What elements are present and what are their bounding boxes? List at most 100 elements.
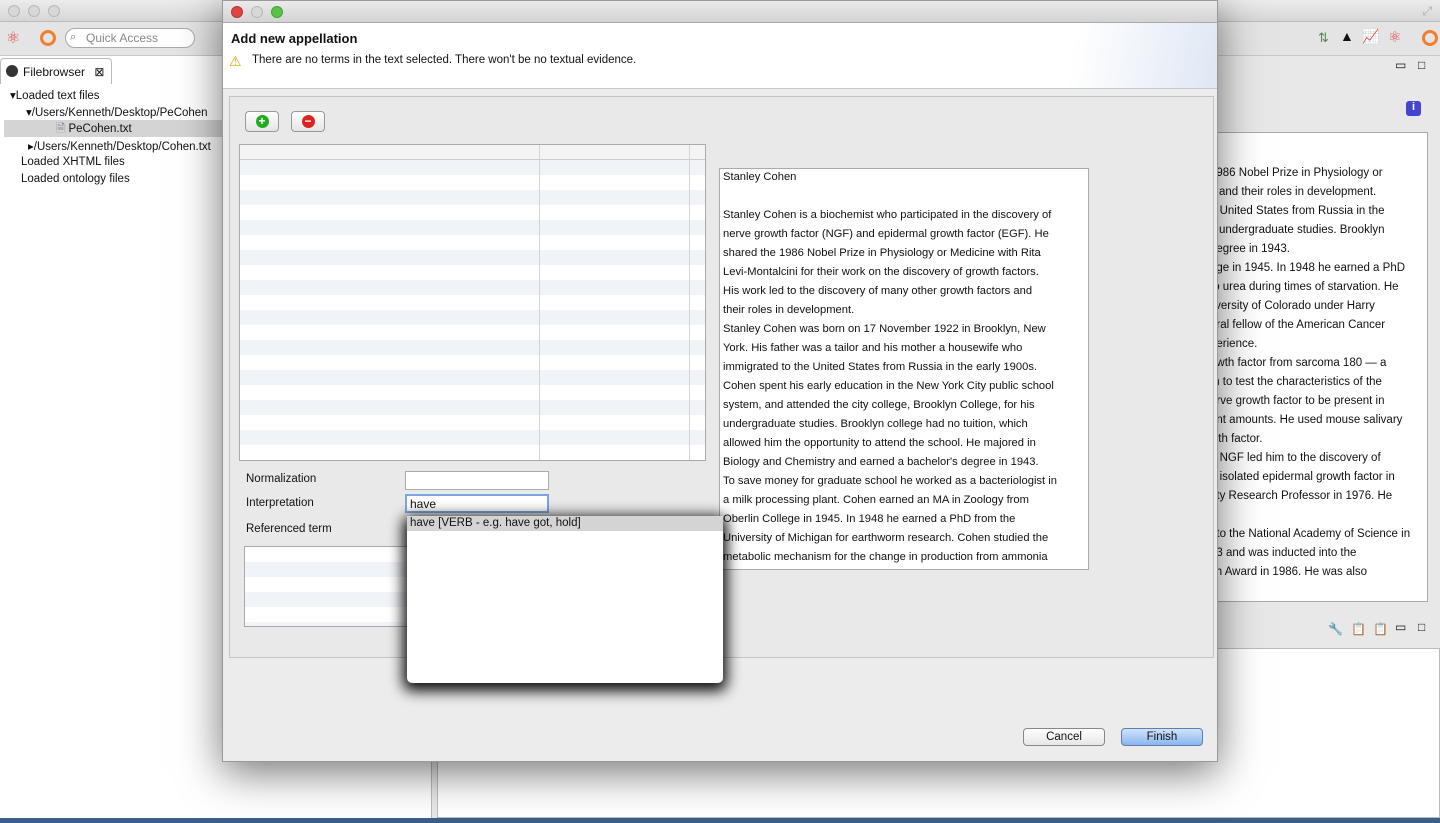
column-divider[interactable]: [539, 145, 540, 460]
maximize-icon[interactable]: □: [1418, 58, 1425, 72]
pyramid-icon[interactable]: ▲: [1340, 28, 1354, 44]
text-line: allowed him the opportunity to attend th…: [723, 437, 1036, 449]
text-line: system, and attended the city college, B…: [723, 399, 1035, 411]
text-line: their roles in development.: [723, 304, 855, 316]
clipboard-add-icon[interactable]: 📋: [1373, 622, 1388, 636]
text-line: ant amounts. He used mouse salivary: [1210, 414, 1403, 426]
perspective-icon[interactable]: [1422, 30, 1438, 46]
referenced-term-table[interactable]: [244, 546, 409, 627]
dialog-zoom-button[interactable]: [271, 6, 283, 18]
perspective-icon[interactable]: [40, 30, 56, 46]
referenced-term-label: Referenced term: [246, 523, 332, 535]
text-line: degree in 1943.: [1210, 243, 1290, 255]
interpretation-input[interactable]: have: [405, 494, 549, 513]
suggestion-item[interactable]: have [VERB - e.g. have got, hold]: [407, 516, 723, 531]
tree-item-cohen-txt[interactable]: ▸/Users/Kenneth/Desktop/Cohen.txt: [28, 139, 211, 153]
text-line: shared the 1986 Nobel Prize in Physiolog…: [723, 247, 1041, 259]
close-window-button[interactable]: [8, 5, 20, 17]
text-line: e United States from Russia in the: [1210, 205, 1385, 217]
document-text-area[interactable]: Stanley Cohen Stanley Cohen is a biochemi…: [719, 168, 1089, 570]
fullscreen-icon[interactable]: ⤢: [1422, 4, 1432, 19]
text-line: perience.: [1210, 338, 1258, 350]
tree-item-pecohen-folder[interactable]: ▾/Users/Kenneth/Desktop/PeCohen: [26, 105, 208, 119]
text-line: Biology and Chemistry and earned a bache…: [723, 456, 1039, 468]
text-line: [723, 188, 1088, 207]
close-tab-icon[interactable]: ⊠: [94, 65, 104, 79]
text-line: [1194, 509, 1427, 528]
text-line: wth factor.: [1210, 433, 1263, 445]
cancel-button[interactable]: Cancel: [1023, 728, 1105, 746]
text-line: iiversity of Colorado under Harry: [1210, 300, 1375, 312]
normalization-input[interactable]: [405, 471, 549, 490]
text-line: ege in 1945. In 1948 he earned a PhD: [1210, 262, 1406, 274]
wrench-icon[interactable]: 🔧: [1328, 622, 1343, 636]
text-line: nerve growth factor (NGF) and epidermal …: [723, 228, 1049, 240]
filebrowser-icon: [6, 65, 18, 77]
text-line: oral fellow of the American Cancer: [1210, 319, 1386, 331]
text-line: Stanley Cohen: [723, 171, 797, 183]
text-line: University of Michigan for earthworm res…: [723, 532, 1049, 544]
molecule-icon[interactable]: ⚛: [6, 28, 20, 48]
column-divider[interactable]: [689, 145, 690, 460]
text-line: Oberlin College in 1945. In 1948 he earn…: [723, 513, 1016, 525]
remove-button[interactable]: −: [291, 111, 325, 132]
minimize-icon[interactable]: ▭: [1395, 58, 1406, 72]
text-line: Stanley Cohen was born on 17 November 19…: [723, 323, 1046, 335]
tree-item-loaded-xhtml-files[interactable]: Loaded XHTML files: [21, 156, 125, 168]
text-line: ch Award in 1986. He was also: [1210, 566, 1368, 578]
maximize-icon[interactable]: □: [1418, 620, 1425, 634]
text-line: ety Research Professor in 1976. He: [1210, 490, 1393, 502]
text-line: His work led to the discovery of many ot…: [723, 285, 1033, 297]
minimize-icon[interactable]: ▭: [1395, 620, 1406, 634]
text-line: nto the National Academy of Science in: [1210, 528, 1411, 540]
text-line: York. His father was a tailor and his mo…: [723, 342, 1023, 354]
info-icon[interactable]: i: [1406, 101, 1421, 116]
interpretation-label: Interpretation: [246, 497, 314, 509]
text-line: s and their roles in development.: [1210, 186, 1377, 198]
text-line: a milk processing plant. Cohen earned an…: [723, 494, 1029, 506]
zoom-window-button[interactable]: [48, 5, 60, 17]
add-appellation-dialog: Add new appellation ⚠ There are no terms…: [222, 0, 1218, 762]
warning-icon: ⚠: [229, 53, 242, 69]
text-line: undergraduate studies. Brooklyn college …: [723, 418, 1028, 430]
text-line: Stanley Cohen is a biochemist who partic…: [723, 209, 1052, 221]
chart-icon[interactable]: 📈: [1362, 28, 1379, 45]
quick-access-input[interactable]: Quick Access: [65, 28, 195, 48]
text-line: immigrated to the United States from Rus…: [723, 361, 1038, 373]
table-header: [240, 145, 705, 160]
dialog-close-button[interactable]: [231, 6, 243, 18]
text-line: 83 and was inducted into the: [1210, 547, 1357, 559]
text-line: erve growth factor to be present in: [1210, 395, 1385, 407]
add-button[interactable]: +: [245, 111, 279, 132]
tab-filebrowser[interactable]: Filebrowser ⊠: [0, 58, 112, 84]
search-icon: ⌕: [70, 31, 77, 43]
finish-button[interactable]: Finish: [1121, 728, 1203, 746]
text-line: e isolated epidermal growth factor in: [1210, 471, 1395, 483]
tree-item-loaded-text-files[interactable]: ▾Loaded text files: [10, 88, 100, 102]
dialog-header: Add new appellation ⚠ There are no terms…: [223, 23, 1217, 89]
text-line: metabolic mechanism for the change in pr…: [723, 551, 1048, 563]
plus-icon: +: [255, 115, 269, 128]
text-file-icon: 🗎: [56, 123, 66, 135]
text-line: m to test the characteristics of the: [1210, 376, 1382, 388]
dialog-title: Add new appellation: [231, 31, 358, 46]
appellation-table[interactable]: [239, 144, 706, 461]
text-line: 1986 Nobel Prize in Physiology or: [1210, 167, 1383, 179]
text-line: Cohen spent his early education in the N…: [723, 380, 1054, 392]
tree-item-loaded-ontology-files[interactable]: Loaded ontology files: [21, 173, 130, 185]
text-line: n NGF led him to the discovery of: [1210, 452, 1381, 464]
minimize-window-button[interactable]: [28, 5, 40, 17]
text-line: to urea during times of starvation. He: [1210, 281, 1399, 293]
document-view: 1986 Nobel Prize in Physiology or s and t…: [1193, 132, 1428, 602]
warning-message: There are no terms in the text selected.…: [252, 54, 637, 66]
dialog-minimize-button[interactable]: [251, 6, 263, 18]
text-line: Levi-Montalcini for their work on the di…: [723, 266, 1039, 278]
clipboard-edit-icon[interactable]: 📋: [1351, 622, 1366, 636]
tab-label: Filebrowser: [23, 65, 86, 79]
dialog-titlebar: [223, 1, 1217, 23]
minus-icon: −: [301, 115, 315, 128]
normalization-label: Normalization: [246, 473, 317, 485]
hierarchy-icon[interactable]: ⇅: [1318, 30, 1329, 46]
text-line: owth factor from sarcoma 180 — a: [1210, 357, 1387, 369]
molecule-icon[interactable]: ⚛: [1388, 28, 1401, 46]
